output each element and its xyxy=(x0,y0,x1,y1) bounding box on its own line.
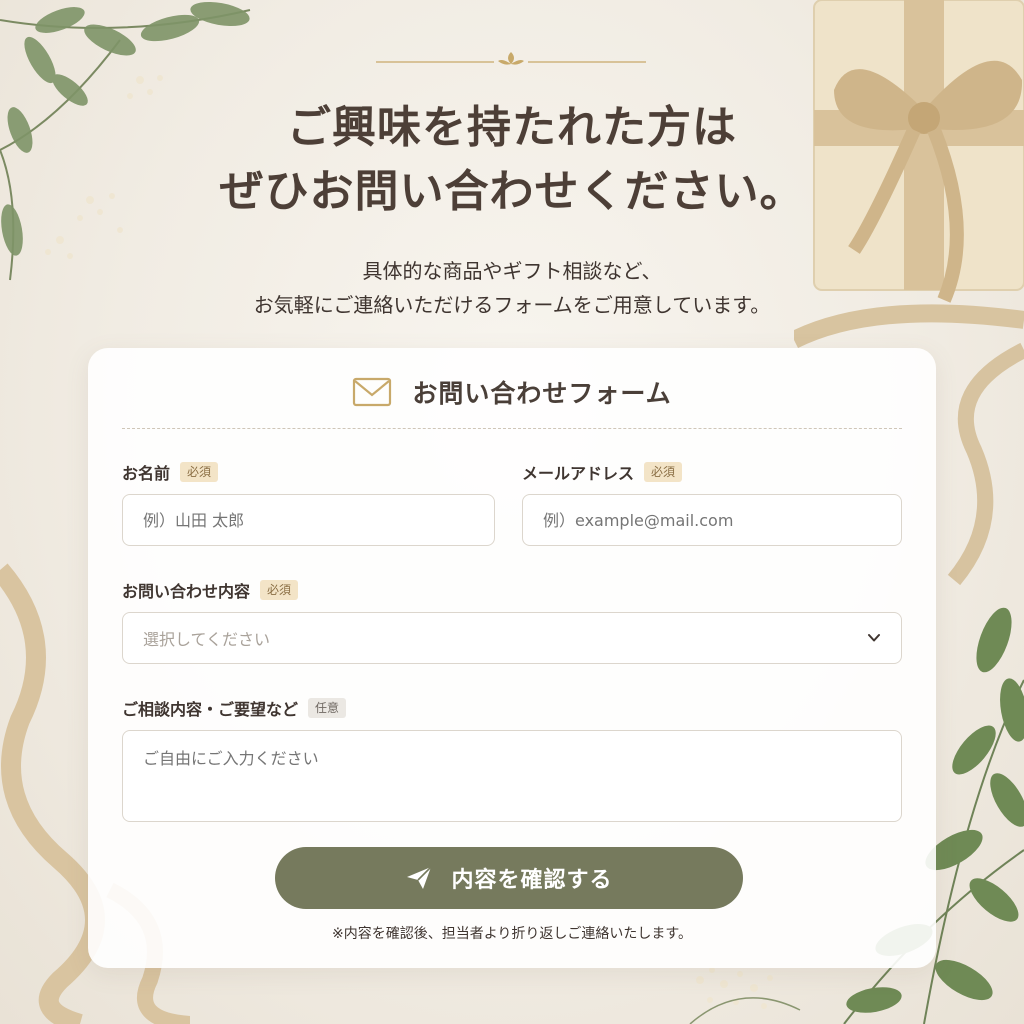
confirm-button-label: 内容を確認する xyxy=(451,868,613,893)
contact-form-card: お問い合わせフォーム お名前 必須 メールアドレス 必須 お問い合わせ内容 必須… xyxy=(88,348,936,968)
headline-line-2: ぜひお問い合わせください。 xyxy=(219,166,805,217)
ornament-divider xyxy=(376,52,646,65)
confirm-button[interactable]: 内容を確認する xyxy=(275,847,743,909)
required-badge: 必須 xyxy=(180,462,219,482)
form-title-row: お問い合わせフォーム xyxy=(88,374,936,410)
required-badge: 必須 xyxy=(644,462,683,482)
required-badge: 必須 xyxy=(260,580,299,600)
inquiry-type-select[interactable]: 選択してください xyxy=(122,612,902,664)
headline: ご興味を持たれた方は ぜひお問い合わせください。 xyxy=(0,96,1024,224)
inquiry-type-selected: 選択してください xyxy=(143,630,271,649)
inquiry-type-label: お問い合わせ内容 xyxy=(122,582,251,601)
name-field[interactable] xyxy=(122,494,495,546)
intro-line-1: 具体的な商品やギフト相談など、 xyxy=(362,259,662,283)
name-label-row: お名前 必須 xyxy=(122,460,219,484)
message-textarea[interactable] xyxy=(143,745,881,783)
inquiry-type-label-row: お問い合わせ内容 必須 xyxy=(122,578,299,602)
form-note: ※内容を確認後、担当者より折り返しご連絡いたします。 xyxy=(331,926,693,942)
name-input[interactable] xyxy=(143,510,474,530)
email-field[interactable] xyxy=(522,494,902,546)
chevron-down-icon[interactable] xyxy=(867,631,881,645)
email-label: メールアドレス xyxy=(522,464,635,483)
email-input[interactable] xyxy=(543,510,881,530)
email-label-row: メールアドレス 必須 xyxy=(522,460,683,484)
intro-text: 具体的な商品やギフト相談など、 お気軽にご連絡いただけるフォームをご用意していま… xyxy=(0,254,1024,322)
optional-badge: 任意 xyxy=(308,698,347,718)
message-label-row: ご相談内容・ご要望など 任意 xyxy=(122,696,347,720)
envelope-icon xyxy=(353,377,392,407)
form-title: お問い合わせフォーム xyxy=(412,379,672,408)
paper-plane-icon xyxy=(407,866,433,889)
intro-line-2: お気軽にご連絡いただけるフォームをご用意しています。 xyxy=(253,293,771,317)
message-label: ご相談内容・ご要望など xyxy=(122,700,299,719)
form-divider xyxy=(122,428,902,429)
headline-line-1: ご興味を持たれた方は xyxy=(287,102,737,153)
name-label: お名前 xyxy=(122,464,171,483)
message-field[interactable] xyxy=(122,730,902,822)
